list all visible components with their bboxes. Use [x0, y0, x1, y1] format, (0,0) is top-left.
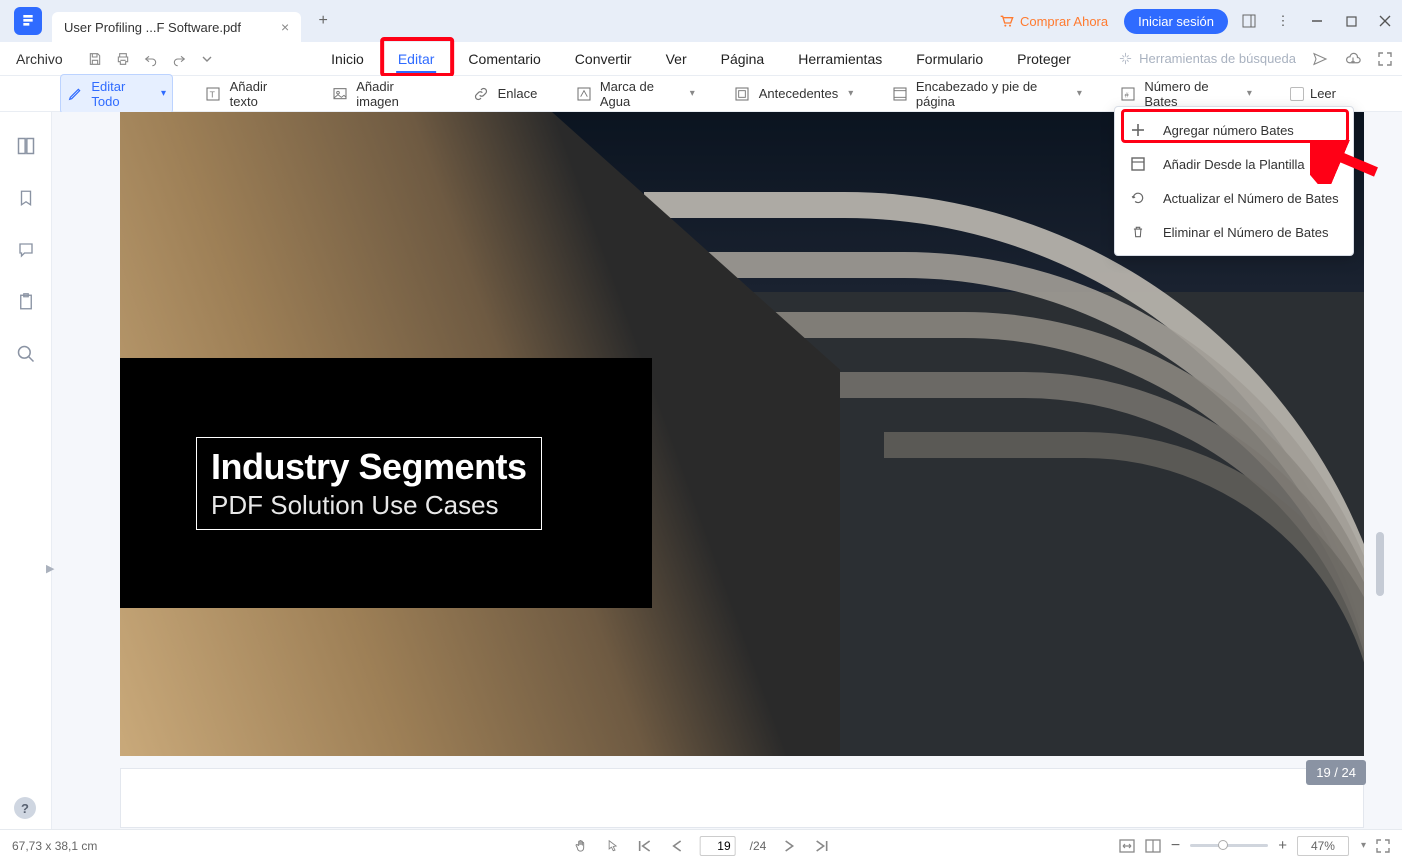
panel-icon[interactable]: [1236, 8, 1262, 34]
titlebar: User Profiling ...F Software.pdf × + Com…: [0, 0, 1402, 42]
save-icon[interactable]: [83, 47, 107, 71]
add-image-button[interactable]: Añadir imagen: [326, 75, 440, 113]
menu-comentario[interactable]: Comentario: [466, 45, 542, 73]
more-icon[interactable]: ⋮: [1270, 8, 1296, 34]
watermark-button[interactable]: Marca de Agua▾: [569, 75, 700, 113]
menu-formulario[interactable]: Formulario: [914, 45, 985, 73]
zoom-out-icon[interactable]: −: [1171, 837, 1180, 855]
qat-dropdown-icon[interactable]: [195, 47, 219, 71]
watermark-icon: [575, 85, 591, 103]
zoom-dropdown-icon[interactable]: ▾: [1361, 840, 1366, 851]
next-page-icon[interactable]: [780, 837, 798, 855]
zoom-slider-thumb[interactable]: [1218, 840, 1228, 850]
menu-proteger[interactable]: Proteger: [1015, 45, 1073, 73]
file-menu[interactable]: Archivo: [10, 47, 69, 71]
text-icon: T: [205, 85, 222, 103]
menu-convertir[interactable]: Convertir: [573, 45, 634, 73]
svg-text:T: T: [210, 89, 216, 99]
next-page-preview: [120, 768, 1364, 828]
maximize-icon[interactable]: [1338, 8, 1364, 34]
pencil-icon: [67, 85, 83, 103]
sidebar-expander[interactable]: ▶: [46, 562, 54, 575]
zoom-value[interactable]: 47%: [1297, 836, 1349, 856]
bookmark-icon[interactable]: [14, 186, 38, 210]
page-total: /24: [750, 839, 767, 853]
menu-editar[interactable]: Editar: [396, 45, 437, 73]
bates-delete-item[interactable]: Eliminar el Número de Bates: [1115, 215, 1353, 249]
header-footer-button[interactable]: Encabezado y pie de página▾: [885, 75, 1088, 113]
prev-page-icon[interactable]: [668, 837, 686, 855]
cloud-icon[interactable]: [1344, 51, 1362, 67]
comment-icon[interactable]: [14, 238, 38, 262]
menubar: Archivo Inicio Editar Comentario Convert…: [0, 42, 1402, 76]
background-icon: [733, 85, 751, 103]
bates-dropdown: Agregar número Bates Añadir Desde la Pla…: [1114, 106, 1354, 256]
send-icon[interactable]: [1312, 51, 1328, 67]
last-page-icon[interactable]: [812, 837, 830, 855]
plus-icon: [1129, 121, 1147, 139]
cart-icon: [998, 13, 1014, 29]
undo-icon[interactable]: [139, 47, 163, 71]
close-tab-icon[interactable]: ×: [281, 19, 289, 35]
svg-text:#: #: [1125, 90, 1130, 99]
redo-icon[interactable]: [167, 47, 191, 71]
page-heading: Industry Segments: [211, 446, 527, 488]
left-sidebar: [0, 112, 52, 829]
fit-width-icon[interactable]: [1119, 839, 1135, 853]
image-icon: [332, 85, 349, 103]
zoom-in-icon[interactable]: +: [1278, 837, 1287, 854]
fullscreen-icon[interactable]: [1376, 839, 1390, 853]
attachment-icon[interactable]: [14, 290, 38, 314]
close-window-icon[interactable]: [1372, 8, 1398, 34]
select-tool-icon[interactable]: [604, 837, 622, 855]
bates-add-item[interactable]: Agregar número Bates: [1115, 113, 1353, 147]
document-tab[interactable]: User Profiling ...F Software.pdf ×: [52, 12, 301, 42]
page-subheading: PDF Solution Use Cases: [211, 490, 527, 521]
menu-inicio[interactable]: Inicio: [329, 45, 366, 73]
tab-title: User Profiling ...F Software.pdf: [64, 20, 241, 35]
first-page-icon[interactable]: [636, 837, 654, 855]
menu-ver[interactable]: Ver: [664, 45, 689, 73]
page-title-box: Industry Segments PDF Solution Use Cases: [120, 358, 652, 608]
sign-in-button[interactable]: Iniciar sesión: [1124, 9, 1228, 34]
cursor-coords: 67,73 x 38,1 cm: [12, 839, 97, 853]
new-tab-button[interactable]: +: [309, 7, 337, 35]
menu-herramientas[interactable]: Herramientas: [796, 45, 884, 73]
link-icon: [472, 85, 490, 103]
header-footer-icon: [891, 85, 908, 103]
print-icon[interactable]: [111, 47, 135, 71]
trash-icon: [1129, 223, 1147, 241]
buy-now-button[interactable]: Comprar Ahora: [990, 9, 1116, 33]
page-indicator-badge: 19 / 24: [1306, 760, 1366, 785]
help-button[interactable]: ?: [14, 797, 36, 819]
add-text-button[interactable]: T Añadir texto: [199, 75, 300, 113]
link-button[interactable]: Enlace: [466, 81, 544, 107]
search-tools-button[interactable]: Herramientas de búsqueda: [1118, 51, 1296, 66]
bates-update-item[interactable]: Actualizar el Número de Bates: [1115, 181, 1353, 215]
fit-page-icon[interactable]: [1145, 839, 1161, 853]
app-logo: [14, 7, 42, 35]
edit-all-button[interactable]: Editar Todo▾: [60, 74, 173, 114]
statusbar: 67,73 x 38,1 cm /24 − + 47% ▾: [0, 829, 1402, 861]
sparkle-icon: [1118, 51, 1133, 66]
expand-icon[interactable]: [1378, 52, 1392, 66]
hand-tool-icon[interactable]: [572, 837, 590, 855]
search-icon[interactable]: [14, 342, 38, 366]
background-button[interactable]: Antecedentes▾: [727, 81, 860, 107]
read-toggle[interactable]: Leer: [1284, 82, 1342, 105]
vertical-scrollbar[interactable]: [1376, 532, 1384, 596]
minimize-icon[interactable]: [1304, 8, 1330, 34]
template-icon: [1129, 155, 1147, 173]
thumbnails-icon[interactable]: [14, 134, 38, 158]
checkbox-icon: [1290, 87, 1304, 101]
bates-icon: #: [1120, 85, 1136, 103]
refresh-icon: [1129, 189, 1147, 207]
menu-pagina[interactable]: Página: [719, 45, 767, 73]
bates-template-item[interactable]: Añadir Desde la Plantilla: [1115, 147, 1353, 181]
zoom-slider[interactable]: [1190, 844, 1268, 847]
page-number-input[interactable]: [700, 836, 736, 856]
